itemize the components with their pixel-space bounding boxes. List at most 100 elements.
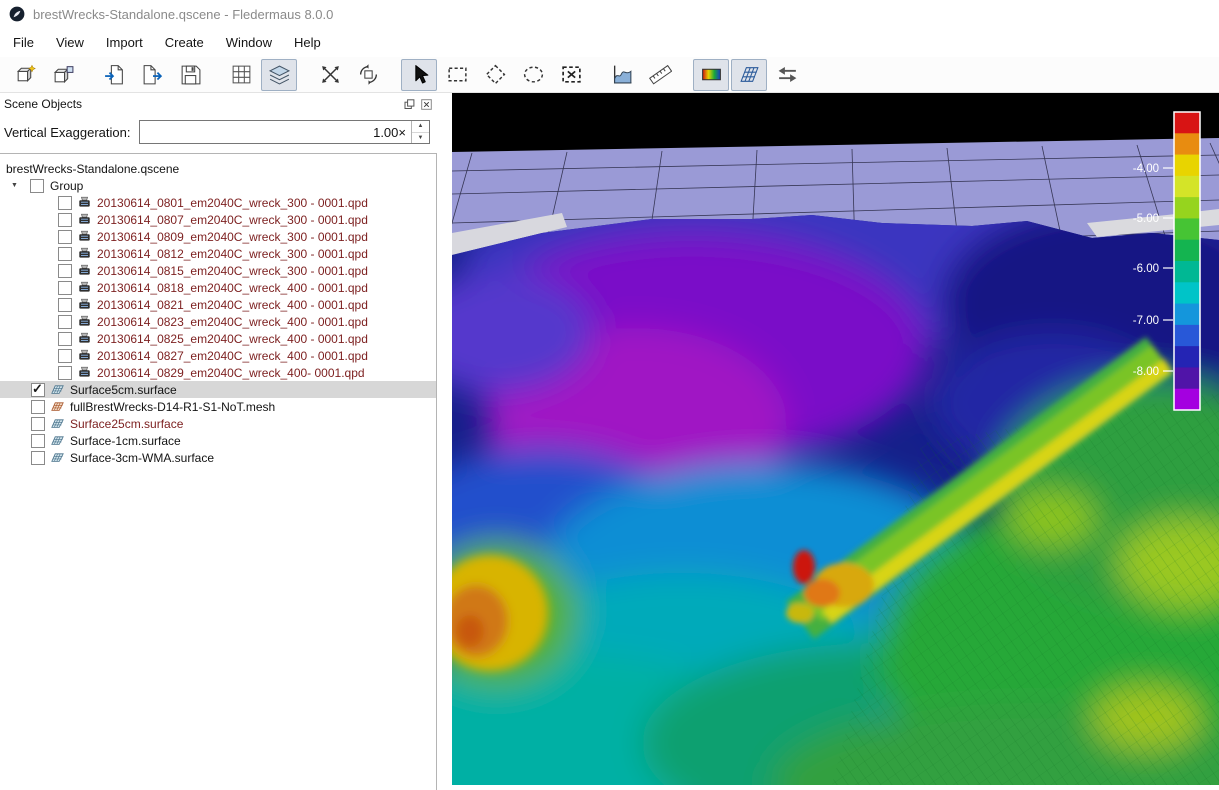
menu-window[interactable]: Window xyxy=(215,30,283,55)
fledermaus-app-icon xyxy=(9,6,25,22)
tree-item-label: Surface25cm.surface xyxy=(70,417,183,431)
tree-qpd-item[interactable]: 20130614_0827_em2040C_wreck_400 - 0001.q… xyxy=(0,347,436,364)
clear-selection-button[interactable] xyxy=(553,59,589,91)
save-button[interactable] xyxy=(172,59,208,91)
colorbar-band xyxy=(1174,240,1200,262)
save-icon xyxy=(179,63,202,86)
measure-button[interactable] xyxy=(642,59,678,91)
tree-item-label: 20130614_0823_em2040C_wreck_400 - 0001.q… xyxy=(97,315,368,329)
tree-item-label: 20130614_0821_em2040C_wreck_400 - 0001.q… xyxy=(97,298,368,312)
float-panel-button[interactable] xyxy=(402,97,416,111)
toolbar-separator xyxy=(298,60,311,90)
visibility-checkbox[interactable] xyxy=(58,315,72,329)
rotate-axes-button[interactable] xyxy=(312,59,348,91)
tree-qpd-item[interactable]: 20130614_0818_em2040C_wreck_400 - 0001.q… xyxy=(0,279,436,296)
surface-view-button[interactable] xyxy=(261,59,297,91)
toolbar-separator xyxy=(209,60,222,90)
window-title: brestWrecks-Standalone.qscene - Flederma… xyxy=(33,7,333,22)
tree-qpd-item[interactable]: 20130614_0809_em2040C_wreck_300 - 0001.q… xyxy=(0,228,436,245)
3d-viewport[interactable]: -4.00 -5.00 -6.00 -7.00 -8.00 xyxy=(452,93,1219,785)
select-cursor-button[interactable] xyxy=(401,59,437,91)
vertical-exaggeration-input[interactable]: 1.00× ▲ ▼ xyxy=(139,120,430,144)
visibility-checkbox[interactable] xyxy=(31,417,45,431)
tree-qpd-item[interactable]: 20130614_0801_em2040C_wreck_300 - 0001.q… xyxy=(0,194,436,211)
visibility-checkbox[interactable] xyxy=(58,298,72,312)
swap-view-button[interactable] xyxy=(769,59,805,91)
tree-item-label: fullBrestWrecks-D14-R1-S1-NoT.mesh xyxy=(70,400,275,414)
ruler-icon xyxy=(649,63,672,86)
menu-file[interactable]: File xyxy=(2,30,45,55)
export-button[interactable] xyxy=(134,59,170,91)
colorbar-band xyxy=(1174,197,1200,219)
vertical-exaggeration-row: Vertical Exaggeration: 1.00× ▲ ▼ xyxy=(0,115,437,153)
menu-import[interactable]: Import xyxy=(95,30,154,55)
profile-chart-icon xyxy=(611,63,634,86)
close-panel-button[interactable] xyxy=(419,97,433,111)
tree-surface-item[interactable]: fullBrestWrecks-D14-R1-S1-NoT.mesh xyxy=(0,398,436,415)
visibility-checkbox[interactable] xyxy=(58,281,72,295)
visibility-checkbox[interactable] xyxy=(31,383,45,397)
visibility-checkbox[interactable] xyxy=(58,247,72,261)
layers-icon xyxy=(268,63,291,86)
visibility-checkbox[interactable] xyxy=(58,366,72,380)
new-object-button[interactable] xyxy=(45,59,81,91)
select-rectangle-button[interactable] xyxy=(439,59,475,91)
visibility-checkbox[interactable] xyxy=(58,213,72,227)
tree-surface-item[interactable]: Surface-3cm-WMA.surface xyxy=(0,449,436,466)
tree-qpd-item[interactable]: 20130614_0812_em2040C_wreck_300 - 0001.q… xyxy=(0,245,436,262)
grid-view-button[interactable] xyxy=(223,59,259,91)
tree-qpd-item[interactable]: 20130614_0821_em2040C_wreck_400 - 0001.q… xyxy=(0,296,436,313)
menu-create[interactable]: Create xyxy=(154,30,215,55)
tree-qpd-item[interactable]: 20130614_0815_em2040C_wreck_300 - 0001.q… xyxy=(0,262,436,279)
surface-icon xyxy=(51,451,65,464)
visibility-checkbox[interactable] xyxy=(58,332,72,346)
tree-qpd-item[interactable]: 20130614_0807_em2040C_wreck_300 - 0001.q… xyxy=(0,211,436,228)
select-lasso-button[interactable] xyxy=(515,59,551,91)
spin-down-button[interactable]: ▼ xyxy=(412,132,429,144)
vertical-exaggeration-value: 1.00× xyxy=(140,121,411,143)
expand-arrow-icon[interactable]: ▼ xyxy=(6,182,30,189)
rotate-box-icon xyxy=(357,63,380,86)
select-polygon-button[interactable] xyxy=(477,59,513,91)
colorbar-band xyxy=(1174,218,1200,240)
profile-button[interactable] xyxy=(604,59,640,91)
colorbar-label: -4.00 xyxy=(1133,163,1159,175)
vertical-exaggeration-label: Vertical Exaggeration: xyxy=(4,125,130,140)
tree-item-label: 20130614_0807_em2040C_wreck_300 - 0001.q… xyxy=(97,213,368,227)
tree-qpd-item[interactable]: 20130614_0829_em2040C_wreck_400- 0001.qp… xyxy=(0,364,436,381)
visibility-checkbox[interactable] xyxy=(31,434,45,448)
qpd-icon xyxy=(78,213,92,226)
menu-view[interactable]: View xyxy=(45,30,95,55)
visibility-checkbox[interactable] xyxy=(58,196,72,210)
tree-item-label: 20130614_0829_em2040C_wreck_400- 0001.qp… xyxy=(97,366,365,380)
tree-item-label: brestWrecks-Standalone.qscene xyxy=(6,162,179,176)
tree-surface-item[interactable]: Surface25cm.surface xyxy=(0,415,436,432)
tree-root-item[interactable]: brestWrecks-Standalone.qscene xyxy=(0,160,436,177)
menu-help[interactable]: Help xyxy=(283,30,332,55)
visibility-checkbox[interactable] xyxy=(31,400,45,414)
scene-objects-tree[interactable]: brestWrecks-Standalone.qscene▼Group20130… xyxy=(0,153,437,790)
spin-up-button[interactable]: ▲ xyxy=(412,121,429,132)
3d-scene-render[interactable]: -4.00 -5.00 -6.00 -7.00 -8.00 xyxy=(452,93,1219,785)
visibility-checkbox[interactable] xyxy=(58,230,72,244)
colorbar-label: -7.00 xyxy=(1133,315,1159,327)
tree-surface-item[interactable]: Surface5cm.surface xyxy=(0,381,436,398)
import-button[interactable] xyxy=(96,59,132,91)
tree-item-label: 20130614_0815_em2040C_wreck_300 - 0001.q… xyxy=(97,264,368,278)
rotate-object-button[interactable] xyxy=(350,59,386,91)
tree-surface-item[interactable]: Surface-1cm.surface xyxy=(0,432,436,449)
colormap-button[interactable] xyxy=(693,59,729,91)
mesh-toggle-button[interactable] xyxy=(731,59,767,91)
tree-item-label: Surface5cm.surface xyxy=(70,383,177,397)
new-scene-button[interactable] xyxy=(7,59,43,91)
visibility-checkbox[interactable] xyxy=(30,179,44,193)
tree-qpd-item[interactable]: 20130614_0825_em2040C_wreck_400 - 0001.q… xyxy=(0,330,436,347)
mesh-icon xyxy=(51,400,65,413)
colorbar-band xyxy=(1174,133,1200,155)
visibility-checkbox[interactable] xyxy=(31,451,45,465)
tree-group-item[interactable]: ▼Group xyxy=(0,177,436,194)
visibility-checkbox[interactable] xyxy=(58,349,72,363)
colorbar-band xyxy=(1174,261,1200,283)
tree-qpd-item[interactable]: 20130614_0823_em2040C_wreck_400 - 0001.q… xyxy=(0,313,436,330)
visibility-checkbox[interactable] xyxy=(58,264,72,278)
